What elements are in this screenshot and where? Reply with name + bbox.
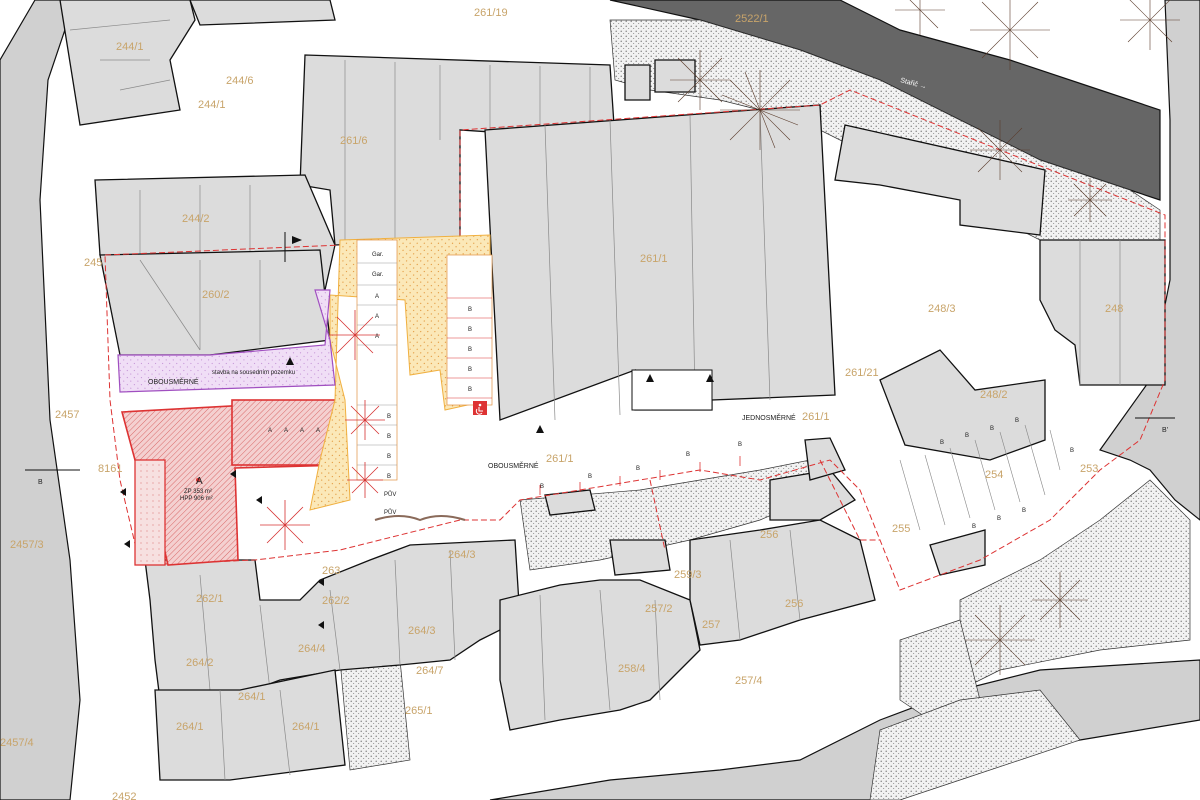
svg-text:A: A bbox=[375, 314, 379, 320]
svg-text:PŮV: PŮV bbox=[384, 491, 396, 498]
parcel-label: 2457 bbox=[55, 409, 79, 421]
svg-text:A: A bbox=[316, 428, 320, 434]
parcel-label: 257 bbox=[702, 619, 720, 631]
svg-text:B: B bbox=[636, 466, 640, 472]
parcel-label: 261/1 bbox=[802, 411, 830, 423]
svg-text:B: B bbox=[387, 434, 391, 440]
parcel-label: 258/4 bbox=[618, 663, 646, 675]
parcel-label: 2457/3 bbox=[10, 539, 44, 551]
svg-text:B: B bbox=[686, 452, 690, 458]
parcel-label: 244/6 bbox=[226, 75, 254, 87]
parcel-label: 244/1 bbox=[198, 99, 226, 111]
svg-text:PŮV: PŮV bbox=[384, 509, 396, 516]
parcel-label: 262/2 bbox=[322, 595, 350, 607]
svg-text:Gar.: Gar. bbox=[372, 252, 384, 258]
wheelchair-icon bbox=[473, 401, 487, 415]
svg-text:B: B bbox=[468, 307, 472, 313]
svg-text:A: A bbox=[268, 428, 272, 434]
parcel-label: 261/1 bbox=[640, 253, 668, 265]
parcel-label: 257/4 bbox=[735, 675, 763, 687]
svg-text:Gar.: Gar. bbox=[372, 272, 384, 278]
svg-text:A: A bbox=[300, 428, 304, 434]
parcel-label: 261/21 bbox=[845, 367, 879, 379]
parcel-label: 248/3 bbox=[928, 303, 956, 315]
site-plan-map: Stařič → 261/19 2522/1 244/1 244/1 244/6… bbox=[0, 0, 1200, 800]
svg-text:B: B bbox=[468, 327, 472, 333]
svg-text:B: B bbox=[468, 387, 472, 393]
parcel-label: 248/2 bbox=[980, 389, 1008, 401]
parcel-label: 244/1 bbox=[116, 41, 144, 53]
svg-text:B: B bbox=[997, 516, 1001, 522]
svg-text:B: B bbox=[965, 433, 969, 439]
svg-text:B: B bbox=[468, 367, 472, 373]
parcel-label: 264/1 bbox=[238, 691, 266, 703]
parcel-label: 8161 bbox=[98, 463, 122, 475]
parcel-label: 264/2 bbox=[186, 657, 214, 669]
two-way-label: OBOUSMĚRNÉ bbox=[148, 377, 199, 386]
svg-text:A: A bbox=[196, 476, 203, 487]
svg-text:B: B bbox=[990, 426, 994, 432]
parcel-label: 264/1 bbox=[292, 721, 320, 733]
svg-text:A: A bbox=[284, 428, 288, 434]
parcel-label: 254 bbox=[985, 469, 1003, 481]
parcel-label: 2452 bbox=[112, 791, 136, 800]
parcel-label: 263 bbox=[322, 565, 340, 577]
section-marker-b-prime: B' bbox=[1162, 427, 1168, 434]
parcel-label: 265/1 bbox=[405, 705, 433, 717]
parcel-label: 256 bbox=[760, 529, 778, 541]
svg-text:B: B bbox=[972, 524, 976, 530]
svg-text:B: B bbox=[540, 484, 544, 490]
parcel-label: 2522/1 bbox=[735, 13, 769, 25]
section-marker-b: B bbox=[38, 479, 43, 486]
parcel-label: 264/3 bbox=[408, 625, 436, 637]
one-way-label: JEDNOSMĚRNÉ bbox=[742, 413, 796, 422]
parcel-label: 256 bbox=[785, 598, 803, 610]
parcel-label: 248 bbox=[1105, 303, 1123, 315]
parcel-label: 261/6 bbox=[340, 135, 368, 147]
svg-text:A: A bbox=[375, 294, 379, 300]
parcel-label: 264/3 bbox=[448, 549, 476, 561]
svg-text:B: B bbox=[1015, 418, 1019, 424]
parcel-label: 261/1 bbox=[546, 453, 574, 465]
svg-text:B: B bbox=[1070, 448, 1074, 454]
parcel-label: 253 bbox=[1080, 463, 1098, 475]
svg-text:B: B bbox=[387, 414, 391, 420]
parcel-label: 244/2 bbox=[182, 213, 210, 225]
neighbour-construction-label: stavba na sousedním pozemku bbox=[212, 370, 295, 376]
parcel-label: 259/3 bbox=[674, 569, 702, 581]
parcel-label: 262/1 bbox=[196, 593, 224, 605]
svg-text:HPP 906 m²: HPP 906 m² bbox=[180, 496, 213, 502]
svg-text:B: B bbox=[387, 454, 391, 460]
parcel-label: 257/2 bbox=[645, 603, 673, 615]
two-way-label: OBOUSMĚRNÉ bbox=[488, 461, 539, 470]
parcel-label: 264/4 bbox=[298, 643, 326, 655]
parcel-label: 245 bbox=[84, 257, 102, 269]
parcel-label: 260/2 bbox=[202, 289, 230, 301]
svg-text:ZP 353 m²: ZP 353 m² bbox=[184, 489, 212, 495]
svg-text:B: B bbox=[1022, 508, 1026, 514]
parcel-label: 264/1 bbox=[176, 721, 204, 733]
svg-text:B: B bbox=[738, 442, 742, 448]
parcel-label: 264/7 bbox=[416, 665, 444, 677]
parcel-label: 261/19 bbox=[474, 7, 508, 19]
parcel-label: 255 bbox=[892, 523, 910, 535]
svg-text:B: B bbox=[940, 440, 944, 446]
svg-text:A: A bbox=[375, 334, 379, 340]
vegetation-zone-bottom-left bbox=[339, 659, 411, 771]
svg-text:B: B bbox=[588, 474, 592, 480]
svg-text:B: B bbox=[468, 347, 472, 353]
parcel-label: 2457/4 bbox=[0, 737, 34, 749]
svg-text:B: B bbox=[387, 474, 391, 480]
